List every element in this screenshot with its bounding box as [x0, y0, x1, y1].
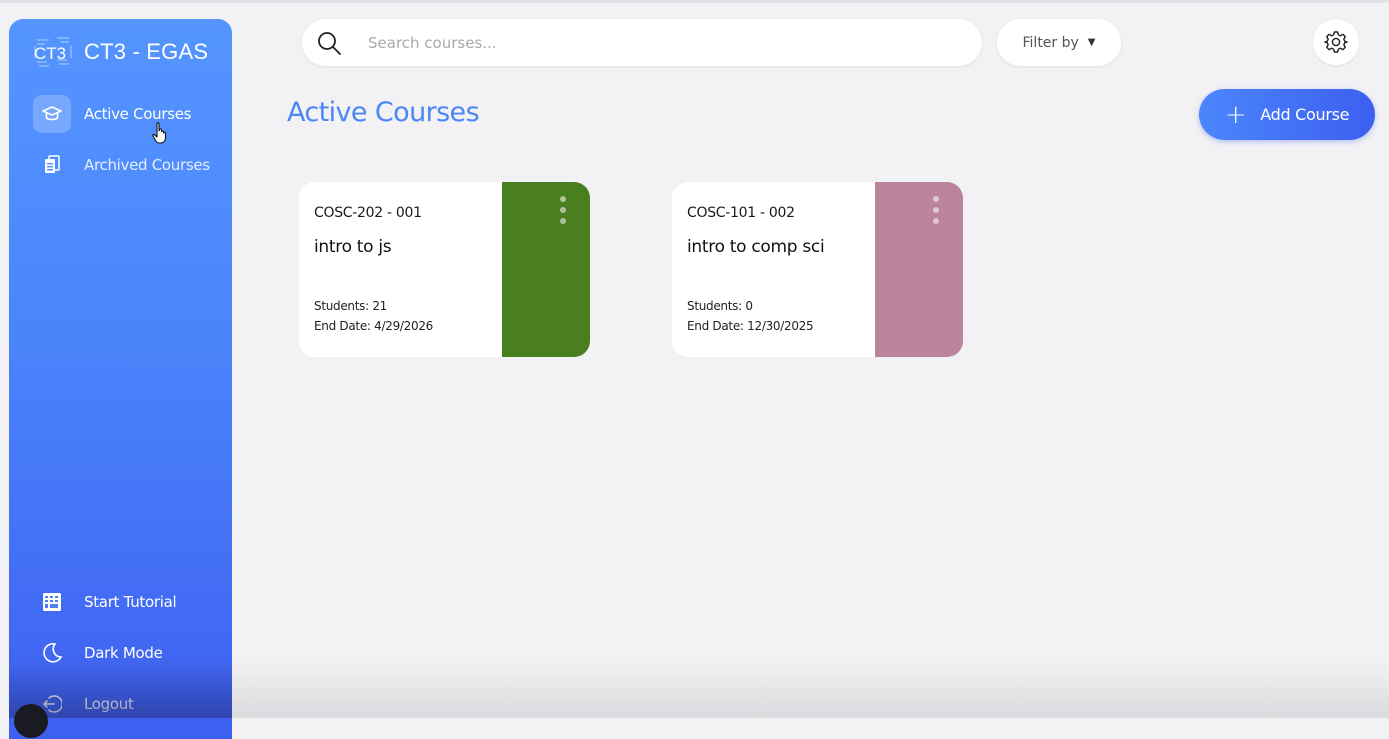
- sidebar-item-label: Dark Mode: [84, 644, 163, 662]
- course-card[interactable]: COSC-101 - 002 intro to comp sci Student…: [672, 182, 963, 357]
- add-course-button[interactable]: + Add Course: [1199, 89, 1375, 140]
- gear-icon: [1324, 31, 1348, 53]
- search-bar: [302, 19, 982, 66]
- sidebar-item-start-tutorial[interactable]: Start Tutorial: [33, 582, 223, 622]
- plus-icon: +: [1224, 99, 1247, 130]
- filter-dropdown[interactable]: Filter by ▼: [997, 19, 1121, 66]
- sidebar-item-dark-mode[interactable]: Dark Mode: [33, 633, 223, 673]
- brand-logo-text: CT3: [34, 44, 66, 63]
- search-icon[interactable]: [316, 30, 342, 56]
- brand[interactable]: CT3 CT3 - EGAS: [33, 36, 208, 68]
- sidebar-item-label: Logout: [84, 695, 134, 713]
- sidebar-item-label: Active Courses: [84, 105, 192, 123]
- top-border: [0, 0, 1389, 3]
- bottom-shadow: [232, 660, 1389, 718]
- sidebar-item-logout[interactable]: Logout: [33, 684, 223, 724]
- course-code: COSC-101 - 002: [687, 205, 795, 221]
- filter-label: Filter by: [1022, 34, 1079, 51]
- add-course-label: Add Course: [1260, 105, 1350, 124]
- archive-icon: [33, 146, 71, 184]
- course-color-swatch: [502, 182, 590, 357]
- more-options-icon[interactable]: [931, 196, 941, 224]
- sidebar-item-label: Start Tutorial: [84, 593, 177, 611]
- sidebar: CT3 CT3 - EGAS Active Courses Archived C…: [9, 19, 232, 739]
- search-input[interactable]: [366, 26, 930, 59]
- course-code: COSC-202 - 001: [314, 205, 422, 221]
- course-color-swatch: [875, 182, 963, 357]
- course-students: Students: 21: [314, 299, 388, 313]
- sidebar-item-label: Archived Courses: [84, 156, 210, 174]
- course-end-date: End Date: 12/30/2025: [687, 319, 814, 333]
- sidebar-item-archived-courses[interactable]: Archived Courses: [33, 145, 223, 185]
- course-card[interactable]: COSC-202 - 001 intro to js Students: 21 …: [299, 182, 590, 357]
- more-options-icon[interactable]: [558, 196, 568, 224]
- brand-logo: CT3: [33, 34, 73, 70]
- sidebar-item-active-courses[interactable]: Active Courses: [33, 94, 223, 134]
- brand-title: CT3 - EGAS: [84, 39, 209, 64]
- caret-down-icon: ▼: [1087, 37, 1096, 48]
- page-title: Active Courses: [287, 97, 480, 128]
- course-end-date: End Date: 4/29/2026: [314, 319, 433, 333]
- moon-icon: [33, 634, 71, 672]
- course-name: intro to comp sci: [687, 237, 825, 257]
- course-name: intro to js: [314, 237, 392, 257]
- keyboard-icon: [33, 583, 71, 621]
- floating-avatar[interactable]: [14, 704, 48, 738]
- graduation-cap-icon: [33, 95, 71, 133]
- course-students: Students: 0: [687, 299, 753, 313]
- settings-button[interactable]: [1313, 19, 1359, 65]
